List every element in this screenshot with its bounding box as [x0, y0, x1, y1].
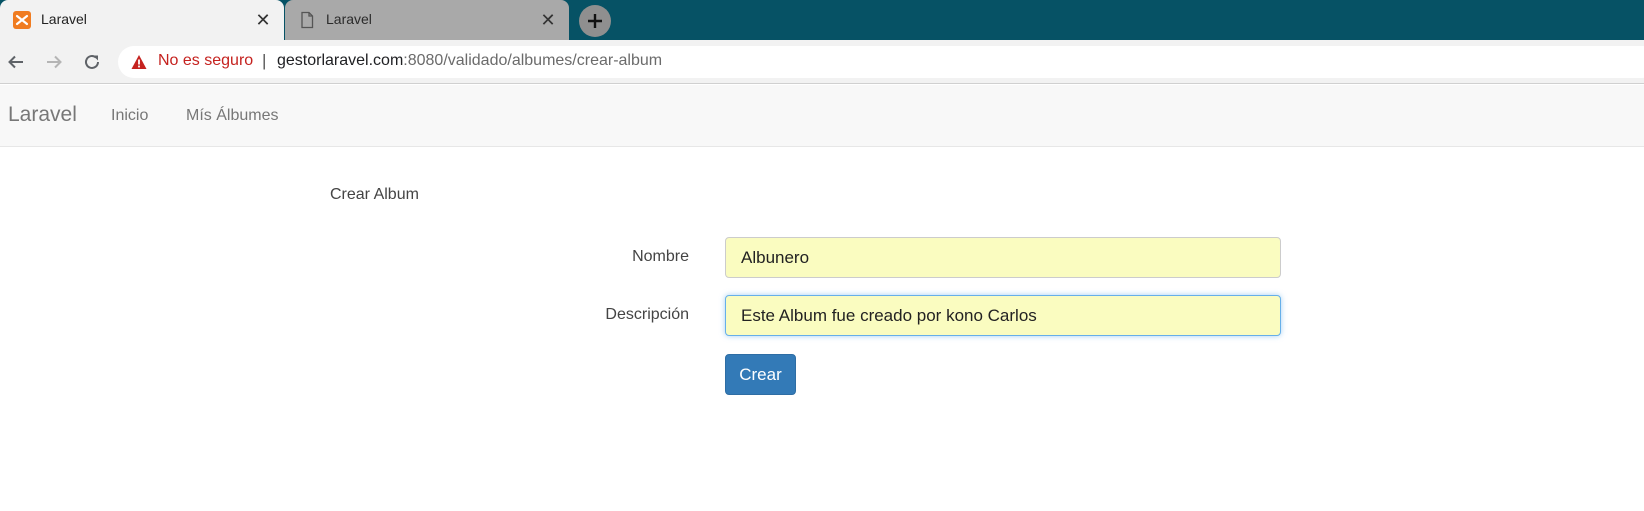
nav-link-inicio[interactable]: Inicio — [111, 107, 148, 125]
panel-heading: Crear Album — [330, 186, 419, 203]
url-host: gestorlaravel.com — [277, 52, 404, 69]
browser-tab-strip: Laravel ✕ Laravel ✕ — [0, 0, 1644, 40]
new-tab-button[interactable] — [579, 5, 611, 37]
arrow-left-icon — [8, 55, 23, 69]
url-path: :8080/validado/albumes/crear-album — [403, 52, 663, 69]
tab-title: Laravel — [41, 11, 87, 27]
security-status[interactable]: No es seguro — [158, 52, 253, 70]
nombre-label: Nombre — [632, 248, 689, 265]
url-text[interactable]: gestorlaravel.com:8080/validado/albumes/… — [277, 52, 662, 70]
xampp-icon — [13, 11, 31, 29]
warning-icon — [131, 55, 147, 69]
browser-toolbar: No es seguro | gestorlaravel.com:8080/va… — [0, 40, 1644, 84]
reload-icon — [85, 54, 99, 69]
back-button[interactable] — [4, 50, 28, 74]
nav-link-mis-albumes[interactable]: Mís Álbumes — [186, 107, 278, 125]
browser-tab-active[interactable]: Laravel ✕ — [0, 0, 284, 40]
tab-title: Laravel — [326, 11, 372, 27]
descripcion-input[interactable] — [725, 295, 1281, 336]
navbar-brand[interactable]: Laravel — [8, 103, 77, 127]
url-separator: | — [262, 51, 267, 70]
browser-tab-inactive[interactable]: Laravel ✕ — [285, 0, 569, 40]
forward-button[interactable] — [42, 50, 66, 74]
crear-button[interactable]: Crear — [725, 354, 796, 395]
page-icon — [301, 11, 314, 29]
address-bar[interactable]: No es seguro | gestorlaravel.com:8080/va… — [118, 46, 1644, 78]
app-navbar: Laravel Inicio Mís Álbumes — [0, 85, 1644, 147]
nombre-input[interactable] — [725, 237, 1281, 278]
reload-button[interactable] — [80, 50, 104, 74]
close-tab-icon[interactable]: ✕ — [537, 9, 559, 31]
close-tab-icon[interactable]: ✕ — [252, 9, 274, 31]
descripcion-label: Descripción — [605, 306, 689, 323]
arrow-right-icon — [47, 55, 62, 69]
plus-icon — [588, 14, 602, 28]
